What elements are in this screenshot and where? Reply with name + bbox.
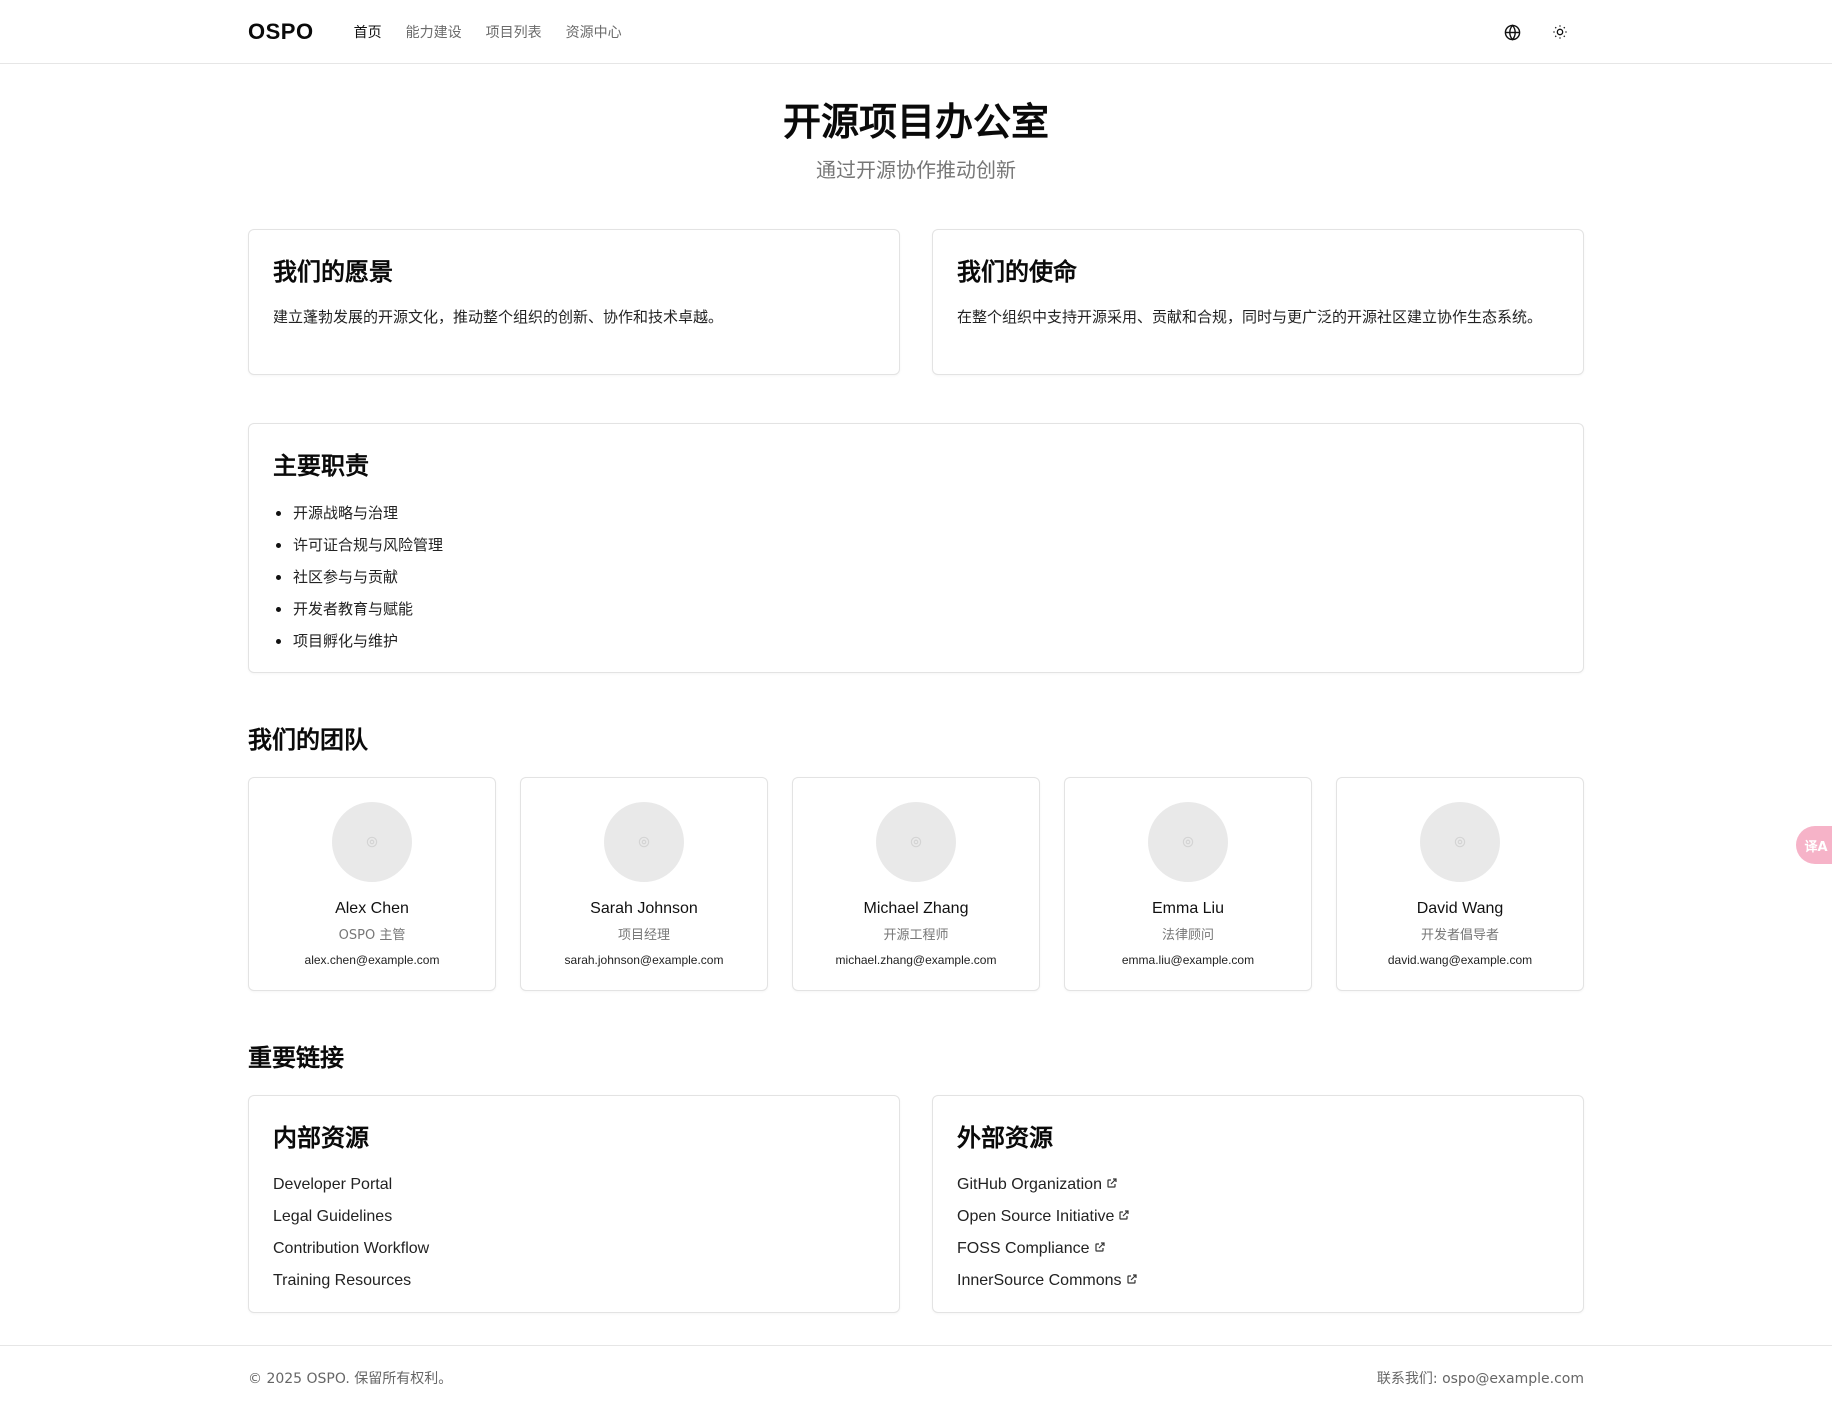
- team-member-card: Sarah Johnson 项目经理 sarah.johnson@example…: [520, 777, 768, 991]
- mission-text: 在整个组织中支持开源采用、贡献和合规，同时与更广泛的开源社区建立协作生态系统。: [957, 308, 1543, 326]
- team-member-card: Alex Chen OSPO 主管 alex.chen@example.com: [248, 777, 496, 991]
- member-role: OSPO 主管: [338, 928, 406, 943]
- top-nav: OSPO 首页 能力建设 项目列表 资源中心: [0, 0, 1832, 64]
- hero: 开源项目办公室 通过开源协作推动创新: [0, 64, 1832, 183]
- list-item: 开源战略与治理: [273, 497, 1559, 529]
- nav-link-home[interactable]: 首页: [354, 22, 382, 42]
- globe-icon[interactable]: [1502, 22, 1522, 42]
- team-member-card: David Wang 开发者倡导者 david.wang@example.com: [1336, 777, 1584, 991]
- internal-resources-title: 内部资源: [273, 1124, 369, 1152]
- translate-fab-button[interactable]: 译A: [1796, 826, 1832, 864]
- member-email[interactable]: david.wang@example.com: [1337, 953, 1583, 967]
- avatar: [1420, 802, 1500, 882]
- list-item: 项目孵化与维护: [273, 625, 1559, 657]
- list-item: 开发者教育与赋能: [273, 593, 1559, 625]
- nav-link-resources[interactable]: 资源中心: [566, 22, 622, 42]
- avatar: [604, 802, 684, 882]
- links-title: 重要链接: [248, 1044, 344, 1072]
- external-link-icon: [1118, 1201, 1130, 1233]
- avatar: [332, 802, 412, 882]
- external-link[interactable]: Open Source Initiative: [957, 1201, 1559, 1233]
- translate-icon: 译A: [1804, 839, 1828, 855]
- external-link-label: FOSS Compliance: [957, 1240, 1090, 1257]
- internal-link[interactable]: Contribution Workflow: [273, 1233, 875, 1265]
- responsibilities-card: 主要职责 开源战略与治理 许可证合规与风险管理 社区参与与贡献 开发者教育与赋能…: [248, 423, 1584, 673]
- member-name: Michael Zhang: [863, 900, 969, 917]
- responsibilities-list: 开源战略与治理 许可证合规与风险管理 社区参与与贡献 开发者教育与赋能 项目孵化…: [273, 497, 1559, 657]
- member-email[interactable]: michael.zhang@example.com: [793, 953, 1039, 967]
- mission-title: 我们的使命: [957, 258, 1077, 286]
- vision-text: 建立蓬勃发展的开源文化，推动整个组织的创新、协作和技术卓越。: [273, 308, 724, 326]
- external-link-label: InnerSource Commons: [957, 1272, 1122, 1289]
- sun-icon[interactable]: [1550, 22, 1570, 42]
- vision-card: 我们的愿景 建立蓬勃发展的开源文化，推动整个组织的创新、协作和技术卓越。: [248, 229, 900, 375]
- member-name: Alex Chen: [335, 900, 409, 917]
- external-link-icon: [1106, 1169, 1118, 1201]
- member-name: Emma Liu: [1151, 900, 1225, 917]
- member-role: 开发者倡导者: [1420, 928, 1499, 943]
- internal-link[interactable]: Developer Portal: [273, 1169, 875, 1201]
- footer-copyright: © 2025 OSPO. 保留所有权利。: [248, 1371, 453, 1387]
- team-title: 我们的团队: [248, 726, 368, 754]
- page-subtitle: 通过开源协作推动创新: [816, 158, 1016, 182]
- links-row: 内部资源 Developer Portal Legal Guidelines C…: [248, 1095, 1584, 1313]
- member-role: 项目经理: [617, 928, 670, 943]
- team-grid: Alex Chen OSPO 主管 alex.chen@example.com …: [248, 777, 1584, 991]
- internal-resources-card: 内部资源 Developer Portal Legal Guidelines C…: [248, 1095, 900, 1313]
- nav-link-capability[interactable]: 能力建设: [406, 22, 462, 42]
- team-member-card: Emma Liu 法律顾问 emma.liu@example.com: [1064, 777, 1312, 991]
- member-role: 开源工程师: [883, 928, 949, 943]
- member-email[interactable]: alex.chen@example.com: [249, 953, 495, 967]
- vision-mission-row: 我们的愿景 建立蓬勃发展的开源文化，推动整个组织的创新、协作和技术卓越。 我们的…: [248, 229, 1584, 375]
- team-member-card: Michael Zhang 开源工程师 michael.zhang@exampl…: [792, 777, 1040, 991]
- list-item: 许可证合规与风险管理: [273, 529, 1559, 561]
- brand-logo[interactable]: OSPO: [248, 19, 314, 45]
- member-name: David Wang: [1416, 900, 1504, 917]
- footer-contact[interactable]: 联系我们: ospo@example.com: [1377, 1368, 1584, 1388]
- member-email[interactable]: emma.liu@example.com: [1065, 953, 1311, 967]
- external-link-icon: [1094, 1233, 1106, 1265]
- member-name: Sarah Johnson: [590, 900, 698, 917]
- internal-link[interactable]: Legal Guidelines: [273, 1201, 875, 1233]
- external-link[interactable]: GitHub Organization: [957, 1169, 1559, 1201]
- nav-link-projects[interactable]: 项目列表: [486, 22, 542, 42]
- avatar: [1148, 802, 1228, 882]
- footer: © 2025 OSPO. 保留所有权利。 联系我们: ospo@example.…: [0, 1345, 1832, 1410]
- mission-card: 我们的使命 在整个组织中支持开源采用、贡献和合规，同时与更广泛的开源社区建立协作…: [932, 229, 1584, 375]
- external-resources-card: 外部资源 GitHub Organization Open Source Ini…: [932, 1095, 1584, 1313]
- responsibilities-title: 主要职责: [273, 452, 369, 480]
- internal-link[interactable]: Training Resources: [273, 1265, 875, 1297]
- nav-links: 首页 能力建设 项目列表 资源中心: [354, 22, 622, 42]
- member-email[interactable]: sarah.johnson@example.com: [521, 953, 767, 967]
- list-item: 社区参与与贡献: [273, 561, 1559, 593]
- external-link[interactable]: InnerSource Commons: [957, 1265, 1559, 1297]
- external-link[interactable]: FOSS Compliance: [957, 1233, 1559, 1265]
- page-title: 开源项目办公室: [782, 100, 1049, 144]
- vision-title: 我们的愿景: [273, 258, 393, 286]
- external-link-icon: [1126, 1265, 1138, 1297]
- member-role: 法律顾问: [1161, 928, 1214, 943]
- external-link-label: GitHub Organization: [957, 1176, 1102, 1193]
- external-resources-title: 外部资源: [957, 1124, 1053, 1152]
- external-link-label: Open Source Initiative: [957, 1208, 1115, 1225]
- avatar: [876, 802, 956, 882]
